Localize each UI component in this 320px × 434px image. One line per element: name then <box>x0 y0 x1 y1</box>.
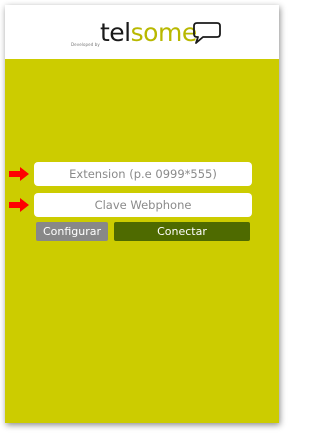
logo-text-tel: tel <box>100 18 131 47</box>
connect-button[interactable]: Conectar <box>114 222 250 241</box>
extension-input[interactable] <box>34 162 252 186</box>
webphone-panel: Developed by telsome Configurar Conectar <box>5 5 279 423</box>
speech-bubble-icon <box>193 22 221 44</box>
right-arrow-icon <box>9 167 29 181</box>
developed-by-label: Developed by <box>71 42 100 47</box>
telsome-logo: telsome <box>100 18 197 48</box>
right-arrow-icon <box>9 198 29 212</box>
header-bar: Developed by telsome <box>5 5 279 59</box>
configure-button[interactable]: Configurar <box>36 222 108 241</box>
logo-text-some: some <box>130 18 198 47</box>
webphone-password-input[interactable] <box>34 193 252 217</box>
